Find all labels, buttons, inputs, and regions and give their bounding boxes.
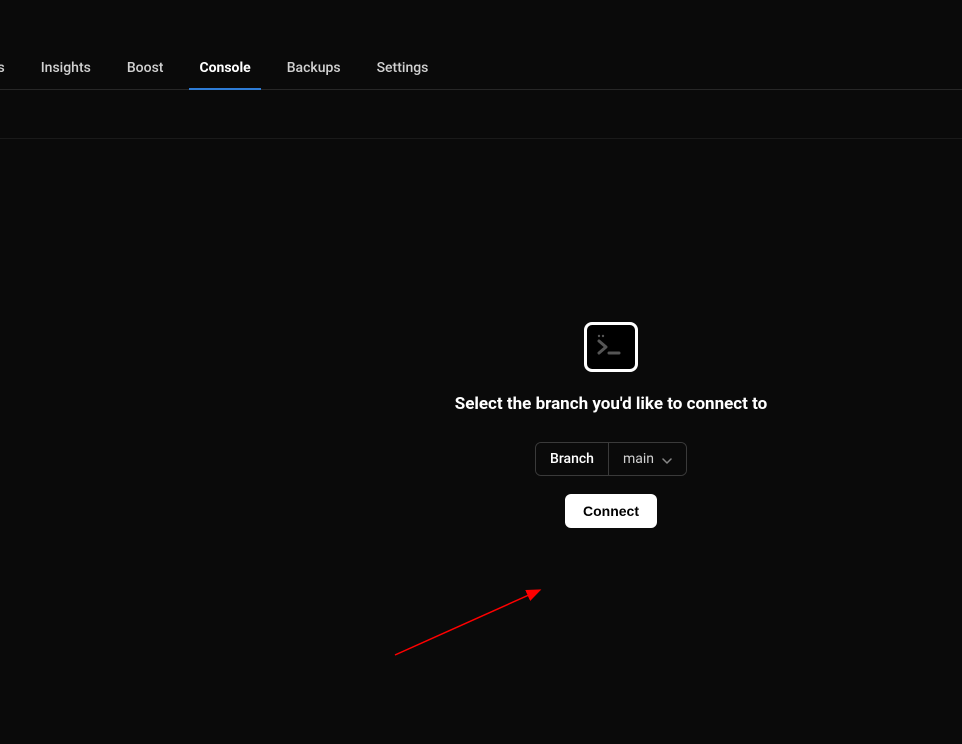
tab-partial[interactable]: es — [0, 50, 15, 89]
branch-selector: Branch main — [535, 442, 687, 476]
tab-bar: es Insights Boost Console Backups Settin… — [0, 50, 962, 90]
branch-dropdown[interactable]: main — [609, 443, 686, 475]
terminal-icon — [584, 322, 638, 372]
main-content: Select the branch you'd like to connect … — [0, 145, 962, 744]
branch-value: main — [623, 451, 654, 467]
tab-settings[interactable]: Settings — [367, 50, 439, 89]
tab-insights[interactable]: Insights — [31, 50, 101, 89]
tab-backups[interactable]: Backups — [277, 50, 351, 89]
connect-button[interactable]: Connect — [565, 494, 657, 528]
branch-label: Branch — [536, 443, 609, 475]
cta-heading: Select the branch you'd like to connect … — [455, 394, 768, 414]
page-title: le — [0, 0, 962, 22]
chevron-down-icon — [662, 454, 672, 464]
divider — [0, 138, 962, 139]
tab-console[interactable]: Console — [189, 50, 260, 89]
tab-boost[interactable]: Boost — [117, 50, 174, 89]
